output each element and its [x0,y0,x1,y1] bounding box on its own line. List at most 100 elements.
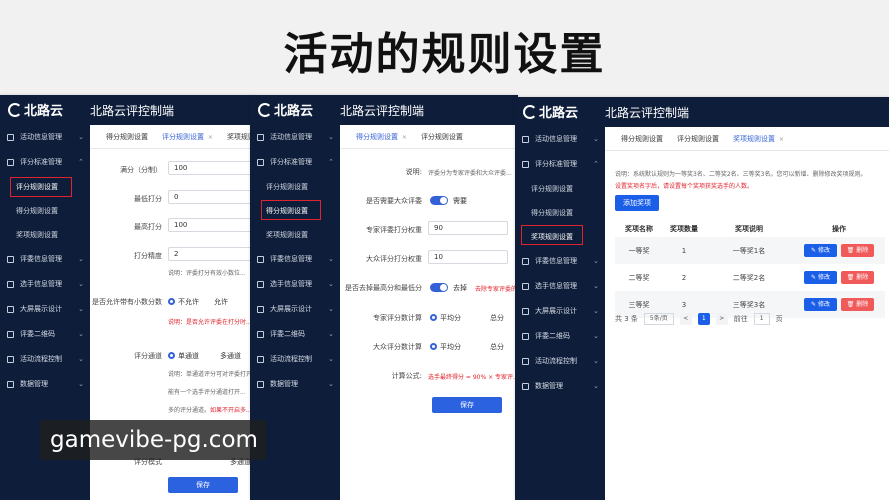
radio-dot [168,298,175,305]
page-1-button[interactable]: 1 [697,313,710,325]
min-score-input[interactable]: 0 [168,190,252,204]
precision-input[interactable]: 2 [168,247,252,261]
sidebar-item-players[interactable]: 选手信息管理 ⌄ [515,274,605,299]
expert-calc-total-radio[interactable]: 总分 [490,313,504,323]
add-award-button[interactable]: 添加奖项 [615,195,659,211]
delete-button[interactable]: 🗑 删除 [841,271,874,284]
sidebar-item-qrcode[interactable]: 评委二维码 ⌄ [250,322,340,347]
save-button[interactable]: 保存 [168,477,238,493]
max-score-input[interactable]: 100 [168,218,252,232]
document-icon [257,134,264,141]
decimal-yes-radio[interactable]: 允许 [214,297,228,307]
award-count: 1 [681,246,687,255]
channel-single-radio[interactable]: 单通道 [168,351,199,361]
sidebar-item-judges[interactable]: 评委信息管理 ⌄ [515,249,605,274]
sidebar-item-flow[interactable]: 活动流程控制 ⌄ [515,349,605,374]
logo[interactable]: 北路云 [8,100,63,119]
score-rules-screenshot: 北路云 北路云评控制端 活动信息管理 ⌄ 评分标准管理 ⌃ 评分规则设置 得分规则设… [250,95,518,500]
chevron-icon: ⌄ [593,282,599,290]
tab-scoring-rules[interactable]: 评分规则设置 [421,132,463,142]
expert-weight-input[interactable]: 90 [428,221,508,235]
delete-button[interactable]: 🗑 删除 [841,298,874,311]
trim-toggle[interactable] [430,283,448,292]
sidebar-item-players[interactable]: 选手信息管理 ⌄ [0,272,90,297]
sidebar-sub-award-rules[interactable]: 奖项规则设置 [515,225,605,249]
user-icon [522,258,529,265]
col-award-name: 奖项名称 [625,225,653,233]
close-icon[interactable]: × [400,134,407,141]
sidebar-item-activity[interactable]: 活动信息管理 ⌄ [515,127,605,152]
tab-scoring-rules[interactable]: 评分规则设置 [677,134,719,144]
sidebar-item-qrcode[interactable]: 评委二维码 ⌄ [0,322,90,347]
sidebar-item-activity[interactable]: 活动信息管理 ⌄ [0,125,90,150]
edit-button[interactable]: ✎ 修改 [804,244,837,257]
edit-button[interactable]: ✎ 修改 [804,298,837,311]
tab-score-rules[interactable]: 得分规则设置 [621,134,663,144]
sidebar-item-flow[interactable]: 活动流程控制 ⌄ [0,347,90,372]
edit-icon [522,161,529,168]
tab-award-rules[interactable]: 奖项规则设置 × [733,134,784,144]
tab-score-rules[interactable]: 得分规则设置 [106,132,148,142]
sidebar-sub-scoring-rules[interactable]: 评分规则设置 [515,177,605,201]
public-calc-avg-radio[interactable]: 平均分 [430,342,461,352]
chevron-icon: ⌄ [78,305,84,313]
delete-button[interactable]: 🗑 删除 [841,244,874,257]
sidebar-item-data[interactable]: 数据管理 ⌄ [0,372,90,397]
sidebar-item-data[interactable]: 数据管理 ⌄ [515,374,605,399]
channel-multi-radio[interactable]: 多通道 [220,351,241,361]
tab-award-rules[interactable]: 奖项规则设置 [227,132,252,142]
tab-score-rules[interactable]: 得分规则设置 × [356,132,407,142]
settings-icon [257,356,264,363]
page-size-select[interactable]: 5条/页 [643,313,674,325]
sidebar-item-qrcode[interactable]: 评委二维码 ⌄ [515,324,605,349]
prev-page-button[interactable]: < [679,313,692,325]
save-button[interactable]: 保存 [432,397,502,413]
sidebar-sub-score-rules[interactable]: 得分规则设置 [515,201,605,225]
user-icon [7,256,14,263]
sidebar-item-screen[interactable]: 大屏展示设计 ⌄ [515,299,605,324]
sidebar-item-standards[interactable]: 评分标准管理 ⌃ [250,150,340,175]
sidebar-item-standards[interactable]: 评分标准管理 ⌃ [515,152,605,177]
goto-page-input[interactable]: 1 [753,313,770,325]
table-body: 一等奖 1 一等奖1名 ✎ 修改 🗑 删除 二等奖 2 二等奖2名 ✎ 修改 🗑 删… [615,237,885,318]
logo-text: 北路云 [539,106,579,121]
sidebar-item-judges[interactable]: 评委信息管理 ⌄ [0,247,90,272]
expert-calc-avg-radio[interactable]: 平均分 [430,313,461,323]
sidebar-item-screen[interactable]: 大屏展示设计 ⌄ [250,297,340,322]
page-unit: 页 [775,315,783,323]
full-score-input[interactable]: 100 [168,161,252,175]
sidebar-item-players[interactable]: 选手信息管理 ⌄ [250,272,340,297]
next-page-button[interactable]: > [715,313,728,325]
sidebar-sub-score-rules[interactable]: 得分规则设置 [250,199,340,223]
sidebar-item-judges[interactable]: 评委信息管理 ⌄ [250,247,340,272]
chevron-icon: ⌄ [328,305,334,313]
sidebar-sub-scoring-rules[interactable]: 评分规则设置 [0,175,90,199]
document-icon [7,134,14,141]
sidebar-sub-scoring-rules[interactable]: 评分规则设置 [250,175,340,199]
close-icon[interactable]: × [777,136,784,143]
logo-icon [8,102,22,117]
edit-button[interactable]: ✎ 修改 [804,271,837,284]
public-weight-input[interactable]: 10 [428,250,508,264]
sidebar-item-screen[interactable]: 大屏展示设计 ⌄ [0,297,90,322]
public-weight-label: 大众评分打分权重 [366,255,422,263]
decimal-hint: 说明：是否允许评委在打分时... [168,319,252,326]
sidebar-sub-score-rules[interactable]: 得分规则设置 [0,199,90,223]
sidebar-item-standards[interactable]: 评分标准管理 ⌃ [0,150,90,175]
sidebar-sub-award-rules[interactable]: 奖项规则设置 [250,223,340,247]
public-calc-total-radio[interactable]: 总分 [490,342,504,352]
sidebar-sub-award-rules[interactable]: 奖项规则设置 [0,223,90,247]
logo[interactable]: 北路云 [523,102,578,121]
sidebar-item-data[interactable]: 数据管理 ⌄ [250,372,340,397]
public-judges-toggle[interactable] [430,196,448,205]
sidebar-item-flow[interactable]: 活动流程控制 ⌄ [250,347,340,372]
logo-text: 北路云 [274,104,314,119]
tab-scoring-rules[interactable]: 评分规则设置 × [162,132,213,142]
chevron-icon: ⌄ [593,332,599,340]
database-icon [257,381,264,388]
app-title: 北路云评控制端 [340,104,425,118]
sidebar-item-activity[interactable]: 活动信息管理 ⌄ [250,125,340,150]
close-icon[interactable]: × [206,134,213,141]
decimal-no-radio[interactable]: 不允许 [168,297,199,307]
logo[interactable]: 北路云 [258,100,313,119]
